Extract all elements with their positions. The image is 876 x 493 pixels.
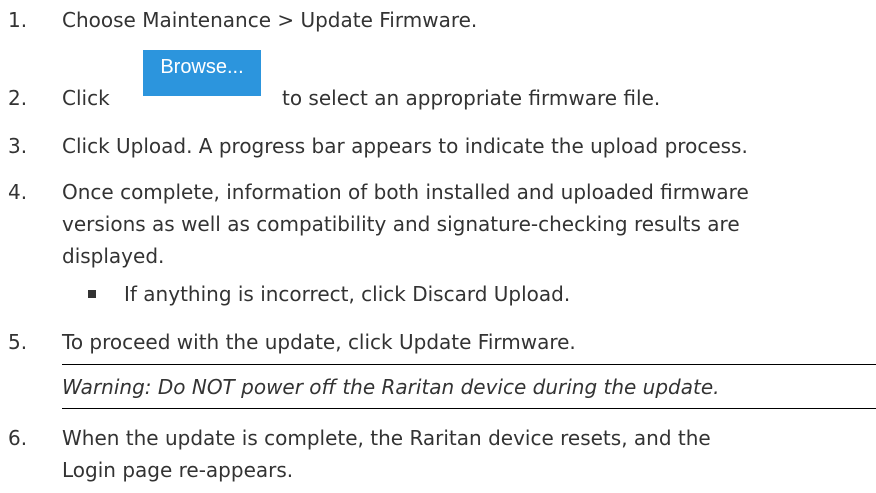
step-text: Choose Maintenance > Update Firmware.: [62, 8, 478, 32]
warning-bottom-rule: [62, 408, 876, 409]
step-number: 2.: [8, 86, 28, 110]
browse-button-label: Browse...: [160, 56, 244, 78]
step-text-before: Click: [62, 86, 110, 110]
step-text-line-1: When the update is complete, the Raritan…: [62, 426, 711, 450]
step-text-after: to select an appropriate firmware file.: [282, 86, 661, 110]
step-text: Click Upload. A progress bar appears to …: [62, 134, 748, 158]
step-number: 3.: [8, 134, 28, 158]
step-number: 5.: [8, 330, 28, 354]
step-text-line-3: displayed.: [62, 244, 165, 268]
bullet-square-icon: [88, 290, 96, 298]
step-text-line-2: versions as well as compatibility and si…: [62, 212, 740, 236]
step-number: 1.: [8, 8, 28, 32]
step-text: To proceed with the update, click Update…: [62, 330, 576, 354]
browse-button[interactable]: Browse...: [143, 50, 261, 96]
step-text-line-1: Once complete, information of both insta…: [62, 180, 749, 204]
warning-top-rule: [62, 364, 876, 365]
document-page: { "steps": [ {"num": "1.", "lines": ["Ch…: [0, 0, 876, 493]
sub-bullet-text: If anything is incorrect, click Discard …: [124, 282, 571, 306]
step-number: 6.: [8, 426, 28, 450]
step-text-line-2: Login page re-appears.: [62, 458, 294, 482]
warning-text: Warning: Do NOT power off the Raritan de…: [62, 375, 720, 399]
step-number: 4.: [8, 180, 28, 204]
